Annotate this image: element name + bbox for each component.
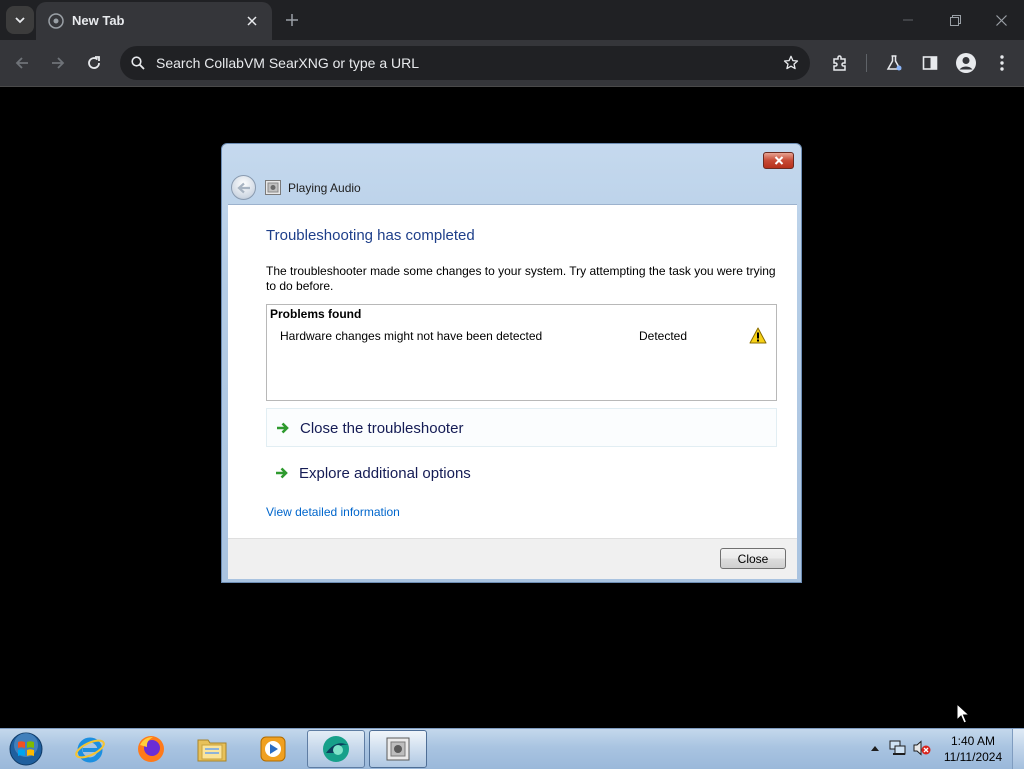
browser-icon — [323, 736, 349, 762]
omnibox[interactable] — [120, 46, 810, 80]
side-panel-icon — [922, 56, 938, 70]
troubleshooter-dialog: Playing Audio Troubleshooting has comple… — [221, 143, 802, 583]
taskbar-browser[interactable] — [307, 730, 365, 768]
taskbar-file-explorer[interactable] — [183, 730, 241, 768]
green-arrow-icon — [277, 422, 289, 434]
tab-new-tab[interactable]: New Tab — [36, 2, 272, 40]
close-tab-icon — [247, 16, 257, 26]
close-window-icon — [995, 14, 1007, 26]
taskbar-clock[interactable]: 1:40 AM 11/11/2024 — [938, 733, 1008, 765]
troubleshooter-app-icon — [265, 180, 281, 195]
reload-icon — [88, 56, 100, 69]
dialog-description: The troubleshooter made some changes to … — [266, 264, 776, 293]
back-button[interactable] — [8, 49, 36, 77]
dialog-heading: Troubleshooting has completed — [266, 227, 475, 244]
troubleshooter-icon — [386, 737, 410, 761]
show-hidden-icons-button[interactable] — [866, 739, 884, 757]
windows-start-icon — [9, 732, 43, 766]
problems-found-box: Problems found Hardware changes might no… — [266, 304, 777, 401]
new-tab-icon — [286, 14, 298, 26]
extensions-button[interactable] — [826, 49, 854, 77]
restore-icon — [949, 14, 961, 26]
menu-icon — [1000, 55, 1004, 71]
labs-icon — [886, 55, 902, 71]
volume-tray-button[interactable] — [913, 739, 931, 757]
close-window-button[interactable] — [986, 6, 1016, 34]
volume-muted-icon — [913, 740, 931, 756]
show-desktop-button[interactable] — [1012, 729, 1024, 769]
side-panel-button[interactable] — [916, 49, 944, 77]
star-icon — [783, 55, 799, 70]
warning-icon — [749, 327, 767, 344]
dialog-body: Troubleshooting has completed The troubl… — [228, 204, 797, 539]
browser-tab-bar: New Tab — [0, 0, 1024, 40]
minimize-icon — [903, 19, 913, 21]
green-arrow-icon — [276, 467, 288, 479]
problem-row[interactable]: Hardware changes might not have been det… — [267, 327, 776, 347]
clock-time: 1:40 AM — [950, 734, 996, 748]
forward-icon — [52, 57, 65, 69]
reload-button[interactable] — [80, 49, 108, 77]
internet-explorer-icon — [75, 737, 105, 763]
file-explorer-icon — [197, 739, 227, 762]
close-troubleshooter-link[interactable]: Close the troubleshooter — [266, 408, 777, 447]
media-player-icon — [260, 736, 286, 762]
dialog-title: Playing Audio — [288, 181, 361, 195]
clock-date: 11/11/2024 — [943, 750, 1003, 764]
taskbar-internet-explorer[interactable] — [61, 730, 119, 768]
tab-favicon-icon — [48, 13, 64, 29]
taskbar: 1:40 AM 11/11/2024 — [0, 728, 1024, 769]
address-input[interactable] — [156, 46, 756, 80]
bookmark-star-button[interactable] — [780, 52, 802, 74]
problem-name: Hardware changes might not have been det… — [280, 329, 543, 343]
profile-icon — [956, 53, 976, 73]
problems-header: Problems found — [270, 307, 362, 321]
restore-button[interactable] — [940, 6, 970, 34]
forward-button[interactable] — [44, 49, 72, 77]
dialog-footer: Close — [228, 538, 797, 579]
start-button[interactable] — [6, 730, 46, 768]
network-tray-button[interactable] — [889, 739, 907, 757]
close-troubleshooter-label: Close the troubleshooter — [300, 420, 464, 437]
taskbar-troubleshooter[interactable] — [369, 730, 427, 768]
problem-status: Detected — [639, 329, 688, 343]
show-hidden-icons-icon — [871, 746, 879, 751]
explore-options-label: Explore additional options — [299, 465, 471, 482]
dialog-back-button[interactable] — [231, 175, 256, 200]
close-icon — [774, 156, 783, 165]
close-tab-button[interactable] — [242, 11, 262, 31]
new-tab-button[interactable] — [280, 8, 304, 32]
taskbar-media-player[interactable] — [244, 730, 302, 768]
tab-title: New Tab — [72, 13, 125, 28]
menu-button[interactable] — [988, 49, 1016, 77]
mouse-cursor-icon — [956, 703, 970, 724]
taskbar-firefox[interactable] — [122, 730, 180, 768]
extensions-icon — [833, 55, 846, 71]
search-icon — [128, 53, 148, 73]
close-button[interactable]: Close — [720, 548, 786, 569]
browser-toolbar — [0, 40, 1024, 87]
minimize-button[interactable] — [893, 6, 923, 34]
network-icon — [889, 740, 906, 755]
toolbar-divider — [866, 54, 867, 72]
tab-search-icon — [15, 17, 25, 24]
labs-button[interactable] — [880, 49, 908, 77]
tab-search-button[interactable] — [6, 6, 34, 34]
view-details-link[interactable]: View detailed information — [266, 505, 400, 519]
back-icon — [15, 57, 28, 69]
back-arrow-icon — [236, 182, 250, 193]
explore-options-link[interactable]: Explore additional options — [266, 454, 777, 493]
firefox-icon — [138, 736, 164, 762]
profile-button[interactable] — [952, 49, 980, 77]
dialog-close-button[interactable] — [763, 152, 794, 169]
